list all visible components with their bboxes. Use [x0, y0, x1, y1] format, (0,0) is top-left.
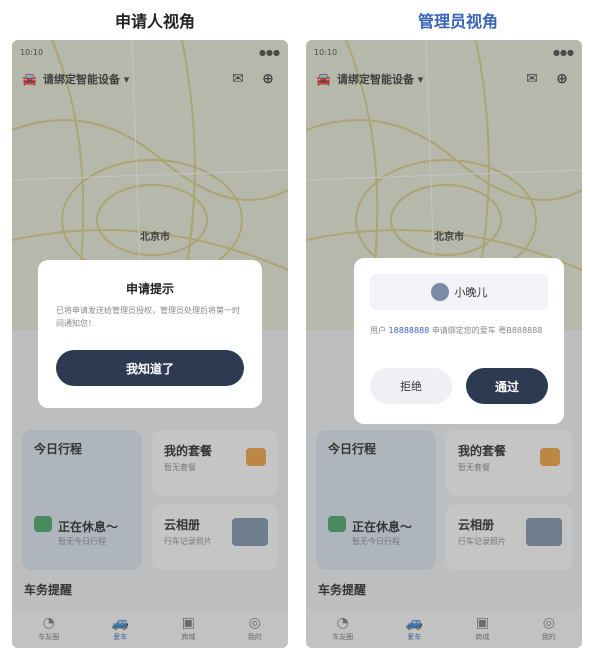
phone-admin: 10:10 ●●● 🚘 请绑定智能设备 ▾ ✉ ⊕ 北京市 今日行程 正在休息～ …: [306, 40, 582, 648]
request-body: 用户 18888888 申请绑定您的爱车 粤B888888: [370, 326, 543, 335]
right-column-title: 管理员视角: [417, 12, 498, 31]
phone-applicant: 10:10 ●●● 🚘 请绑定智能设备 ▾ ✉ ⊕ 北京市 今日行程 正在休息～ …: [12, 40, 288, 648]
requester-name: 小晚儿: [454, 286, 488, 299]
requester-chip: 小晚儿: [370, 274, 548, 310]
approve-button[interactable]: 通过: [466, 368, 548, 404]
apply-notice-modal: 申请提示 已将申请发送给管理员授权，管理员处理后将第一时间通知您！ 我知道了: [38, 260, 262, 408]
left-column-title: 申请人视角: [114, 12, 195, 31]
got-it-button[interactable]: 我知道了: [56, 350, 244, 386]
modal-body: 已将申请发送给管理员授权，管理员处理后将第一时间通知您！: [56, 306, 240, 328]
reject-button[interactable]: 拒绝: [370, 368, 452, 404]
modal-title: 申请提示: [125, 282, 174, 296]
avatar: [430, 283, 449, 301]
requester-phone[interactable]: 18888888: [389, 326, 430, 335]
bind-request-modal: 小晚儿 用户 18888888 申请绑定您的爱车 粤B888888 拒绝 通过: [354, 258, 564, 424]
